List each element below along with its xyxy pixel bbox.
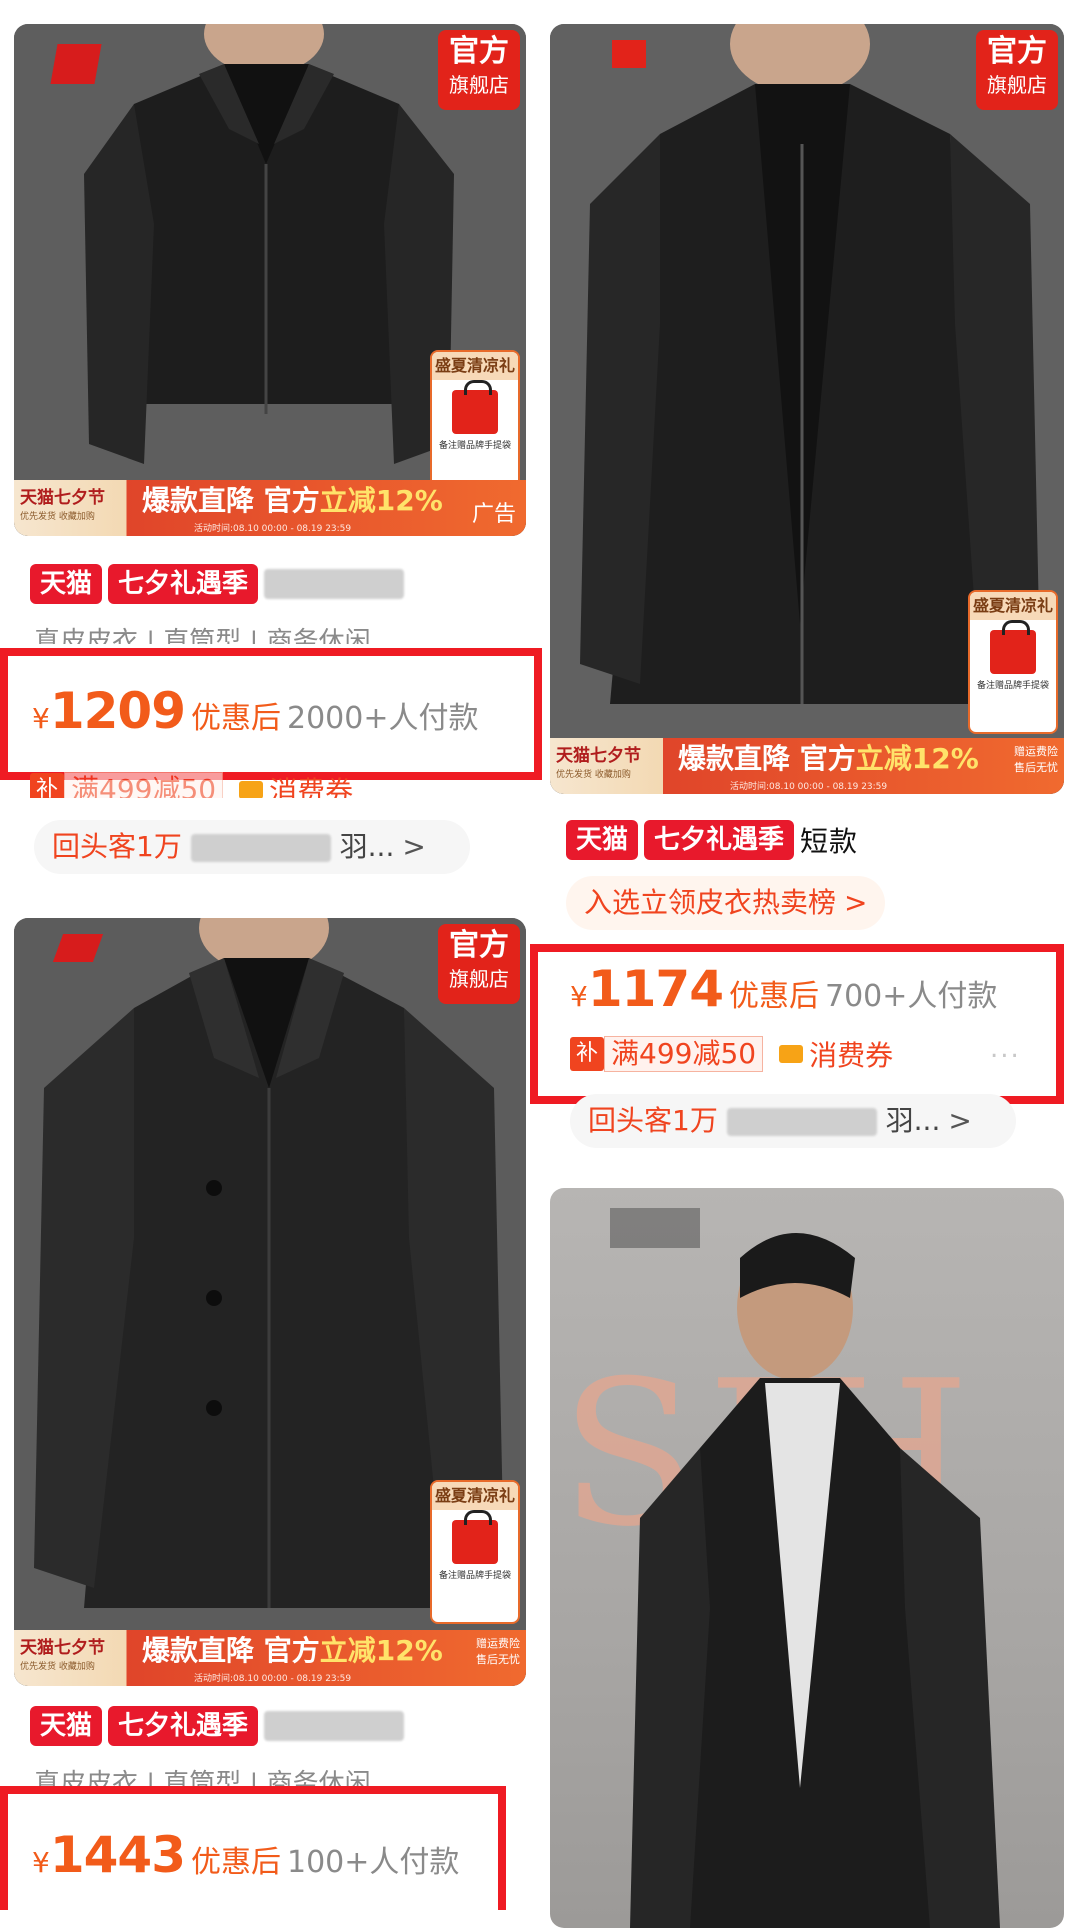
product-image-2[interactable]: 官方 旗舰店 盛夏清凉礼 备注赠品牌手提袋 天猫七夕节 优先发货 收藏加购 爆款直… — [550, 24, 1064, 794]
price-value: 1443 — [49, 1826, 186, 1884]
gift-badge: 盛夏清凉礼 备注赠品牌手提袋 — [430, 350, 520, 494]
official-store-badge: 官方 旗舰店 — [438, 30, 520, 110]
price-row-1: ¥1209 优惠后 2000+人付款 — [32, 682, 479, 740]
price-value: 1209 — [49, 682, 186, 740]
repeat-customer-pill-1[interactable]: 回头客1万 羽... > — [34, 820, 470, 874]
coupon-row-2[interactable]: 补满499减50 消费券 — [570, 1034, 893, 1074]
promo-banner: 天猫七夕节 优先发货 收藏加购 爆款直降 官方立减12% 活动时间:08.10 0… — [14, 1630, 526, 1686]
product-attributes: 真皮皮衣 | 直筒型 | 商务休闲 — [34, 627, 371, 644]
gift-bag-icon — [452, 380, 498, 434]
coupon-icon — [779, 1045, 804, 1063]
price-row-2: ¥1174 优惠后 700+人付款 — [570, 960, 998, 1018]
gift-badge: 盛夏清凉礼 备注赠品牌手提袋 — [968, 590, 1058, 734]
product-image-1[interactable]: 官方 旗舰店 盛夏清凉礼 备注赠品牌手提袋 天猫七夕节 优先发货 收藏加购 爆款直… — [14, 24, 526, 536]
tmall-tag: 天猫 — [30, 1706, 103, 1746]
product-title: 短款 — [800, 825, 859, 858]
chevron-right-icon: > — [844, 886, 868, 919]
gift-badge: 盛夏清凉礼 备注赠品牌手提袋 — [430, 1480, 520, 1624]
qixi-tag: 七夕礼遇季 — [108, 564, 259, 604]
redacted-title — [264, 1711, 405, 1741]
official-store-badge: 官方 旗舰店 — [438, 924, 520, 1004]
tmall-tag: 天猫 — [30, 564, 103, 604]
brand-logo-mark — [612, 40, 646, 68]
product-image-4[interactable]: SIH — [550, 1188, 1064, 1928]
paid-count: 2000+人付款 — [287, 701, 479, 736]
chevron-right-icon: > — [948, 1104, 972, 1137]
ad-label: 广告 — [471, 502, 516, 527]
product-attributes: 真皮皮衣 | 直筒型 | 商务休闲 — [34, 1769, 371, 1788]
title-row: 天猫 七夕礼遇季 — [30, 1706, 405, 1746]
redacted-text — [190, 834, 331, 862]
chevron-right-icon: > — [402, 830, 426, 863]
gift-bag-icon — [452, 1510, 498, 1564]
redacted-title — [264, 569, 405, 599]
product-image-3[interactable]: 官方 旗舰店 盛夏清凉礼 备注赠品牌手提袋 天猫七夕节 优先发货 收藏加购 爆款直… — [14, 918, 526, 1686]
product-card-3[interactable]: 官方 旗舰店 盛夏清凉礼 备注赠品牌手提袋 天猫七夕节 优先发货 收藏加购 爆款直… — [14, 918, 526, 1902]
title-row: 天猫 七夕礼遇季 — [30, 564, 405, 604]
coupon-icon — [239, 781, 264, 798]
paid-count: 100+人付款 — [287, 1845, 460, 1880]
qixi-tag: 七夕礼遇季 — [644, 820, 795, 860]
brand-logo-mark — [50, 44, 102, 84]
more-options-icon[interactable]: ... — [990, 1034, 1021, 1064]
repeat-customer-pill-2[interactable]: 回头客1万 羽... > — [570, 1094, 1016, 1148]
gift-bag-icon — [990, 620, 1036, 674]
price-value: 1174 — [587, 960, 724, 1018]
official-store-badge: 官方 旗舰店 — [976, 30, 1058, 110]
tmall-tag: 天猫 — [566, 820, 639, 860]
redacted-text — [726, 1108, 877, 1136]
product-card-4[interactable]: SIH — [550, 1188, 1064, 1928]
hot-rank-pill[interactable]: 入选立领皮衣热卖榜 > — [566, 876, 886, 930]
title-row: 天猫 七夕礼遇季 短款 — [566, 820, 858, 860]
product-card-1[interactable]: 官方 旗舰店 盛夏清凉礼 备注赠品牌手提袋 天猫七夕节 优先发货 收藏加购 爆款直… — [14, 24, 526, 724]
price-row-3: ¥1443 优惠后 100+人付款 — [32, 1826, 460, 1884]
promo-banner: 天猫七夕节 优先发货 收藏加购 爆款直降 官方立减12% 活动时间:08.10 0… — [14, 480, 526, 536]
paid-count: 700+人付款 — [825, 979, 998, 1014]
model-illustration — [610, 1208, 1000, 1928]
promo-banner: 天猫七夕节 优先发货 收藏加购 爆款直降 官方立减12% 活动时间:08.10 0… — [550, 738, 1064, 794]
qixi-tag: 七夕礼遇季 — [108, 1706, 259, 1746]
coupon-row-1[interactable]: 补满499减50 消费券 — [30, 770, 353, 798]
